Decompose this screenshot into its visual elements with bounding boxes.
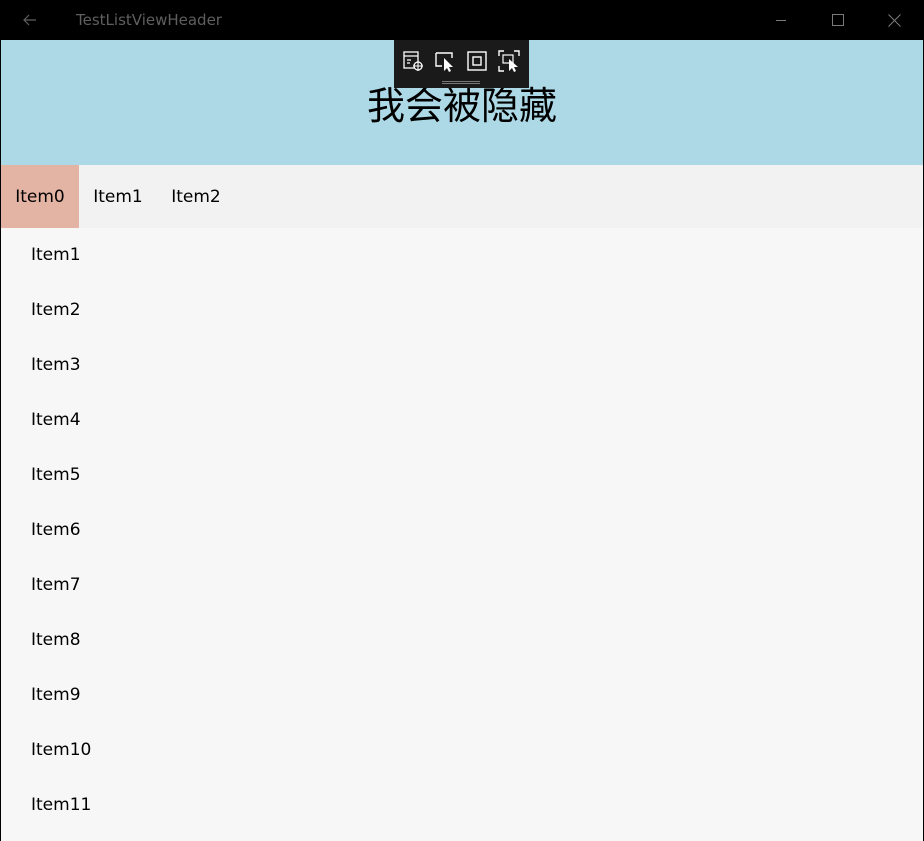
list-item-label: Item2 (31, 300, 81, 320)
header-title: 我会被隐藏 (366, 84, 557, 128)
list-view: Item1 Item2 Item3 Item4 Item5 Item6 Item… (1, 228, 923, 833)
list-item[interactable]: Item2 (1, 283, 923, 338)
list-item-label: Item10 (31, 740, 92, 760)
list-item-label: Item9 (31, 685, 81, 705)
page-content: 我会被隐藏 Item0 Item1 Item2 Item1 Item2 Item… (1, 40, 923, 841)
list-item[interactable]: Item11 (1, 778, 923, 833)
list-item-label: Item1 (31, 245, 81, 265)
list-item-label: Item5 (31, 465, 81, 485)
tab-label: Item1 (93, 186, 143, 207)
list-item[interactable]: Item1 (1, 228, 923, 283)
list-item[interactable]: Item6 (1, 503, 923, 558)
title-bar: TestListViewHeader (0, 0, 924, 40)
back-button[interactable] (10, 0, 50, 40)
tab-item2[interactable]: Item2 (157, 165, 235, 228)
list-item[interactable]: Item8 (1, 613, 923, 668)
xaml-debug-toolbar (394, 40, 529, 88)
maximize-icon (831, 14, 844, 26)
list-item[interactable]: Item3 (1, 338, 923, 393)
select-element-icon[interactable] (433, 49, 457, 73)
minimize-button[interactable] (752, 0, 809, 40)
tab-item0[interactable]: Item0 (1, 165, 79, 228)
list-item-label: Item11 (31, 795, 92, 815)
list-item[interactable]: Item5 (1, 448, 923, 503)
toolbar-grip[interactable] (442, 81, 480, 84)
app-window: TestListViewHeader 我会被隐藏 Item0 Item1 Ite… (0, 0, 924, 841)
close-icon (888, 13, 901, 27)
list-item-label: Item6 (31, 520, 81, 540)
tab-label: Item2 (171, 186, 221, 207)
list-item-label: Item3 (31, 355, 81, 375)
list-item[interactable]: Item7 (1, 558, 923, 613)
close-button[interactable] (866, 0, 923, 40)
live-visual-tree-icon[interactable] (401, 49, 425, 73)
list-item-label: Item7 (31, 575, 81, 595)
window-title: TestListViewHeader (76, 11, 222, 29)
list-item[interactable]: Item10 (1, 723, 923, 778)
list-item[interactable]: Item4 (1, 393, 923, 448)
list-item-label: Item8 (31, 630, 81, 650)
back-arrow-icon (23, 14, 36, 26)
minimize-icon (775, 20, 786, 21)
tab-label: Item0 (15, 186, 65, 207)
list-item[interactable]: Item9 (1, 668, 923, 723)
display-layout-adorners-icon[interactable] (465, 49, 489, 73)
track-focus-icon[interactable] (497, 49, 521, 73)
header-tabs: Item0 Item1 Item2 (1, 165, 923, 228)
maximize-button[interactable] (809, 0, 866, 40)
tab-item1[interactable]: Item1 (79, 165, 157, 228)
list-item-label: Item4 (31, 410, 81, 430)
